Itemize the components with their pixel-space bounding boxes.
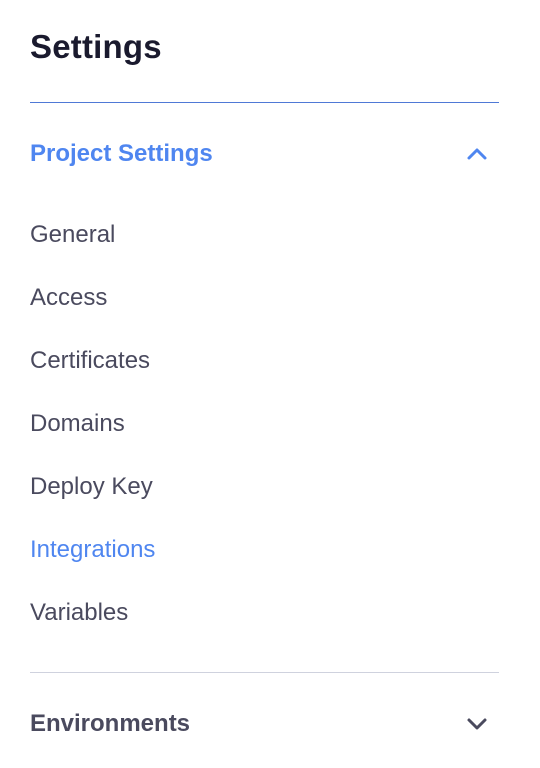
environments-label: Environments <box>30 710 191 737</box>
chevron-up-icon <box>465 142 489 166</box>
menu-item-integrations[interactable]: Integrations <box>30 529 499 592</box>
menu-item-variables[interactable]: Variables <box>30 592 499 655</box>
environments-toggle[interactable]: Environments <box>30 702 499 746</box>
menu-item-access[interactable]: Access <box>30 277 499 340</box>
menu-item-deploy-key[interactable]: Deploy Key <box>30 466 499 529</box>
project-settings-label: Project Settings <box>30 140 213 167</box>
project-settings-toggle[interactable]: Project Settings <box>30 132 499 176</box>
header-divider <box>30 102 499 103</box>
menu-item-general[interactable]: General <box>30 214 499 277</box>
project-settings-menu: General Access Certificates Domains Depl… <box>30 214 499 655</box>
chevron-down-icon <box>465 712 489 736</box>
settings-panel: Settings Project Settings General Access… <box>30 0 499 768</box>
section-divider <box>30 672 499 673</box>
menu-item-domains[interactable]: Domains <box>30 403 499 466</box>
page-title: Settings <box>30 28 162 65</box>
menu-item-certificates[interactable]: Certificates <box>30 340 499 403</box>
